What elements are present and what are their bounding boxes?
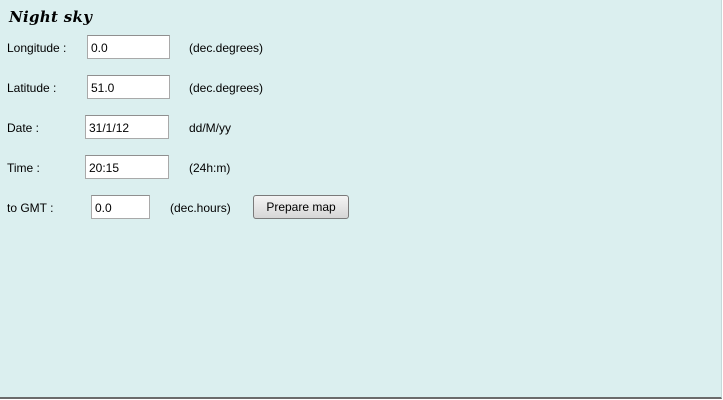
prepare-map-button[interactable]: Prepare map: [253, 195, 349, 219]
longitude-unit: (dec.degrees): [189, 41, 264, 55]
gmt-offset-input[interactable]: [91, 195, 150, 219]
date-label: Date :: [7, 121, 40, 135]
date-unit: dd/M/yy: [189, 121, 232, 135]
gmt-offset-unit: (dec.hours): [170, 201, 231, 215]
longitude-input[interactable]: [87, 35, 170, 59]
latitude-input[interactable]: [87, 75, 170, 99]
time-label: Time :: [7, 161, 40, 175]
longitude-label: Longitude :: [7, 41, 67, 55]
page-title: Night sky: [9, 8, 93, 26]
latitude-unit: (dec.degrees): [189, 81, 264, 95]
latitude-label: Latitude :: [7, 81, 57, 95]
time-unit: (24h:m): [189, 161, 231, 175]
gmt-offset-label: to GMT :: [7, 201, 54, 215]
date-input[interactable]: [85, 115, 169, 139]
night-sky-panel: Night sky Longitude : (dec.degrees) Lati…: [0, 0, 722, 399]
time-input[interactable]: [85, 155, 169, 179]
